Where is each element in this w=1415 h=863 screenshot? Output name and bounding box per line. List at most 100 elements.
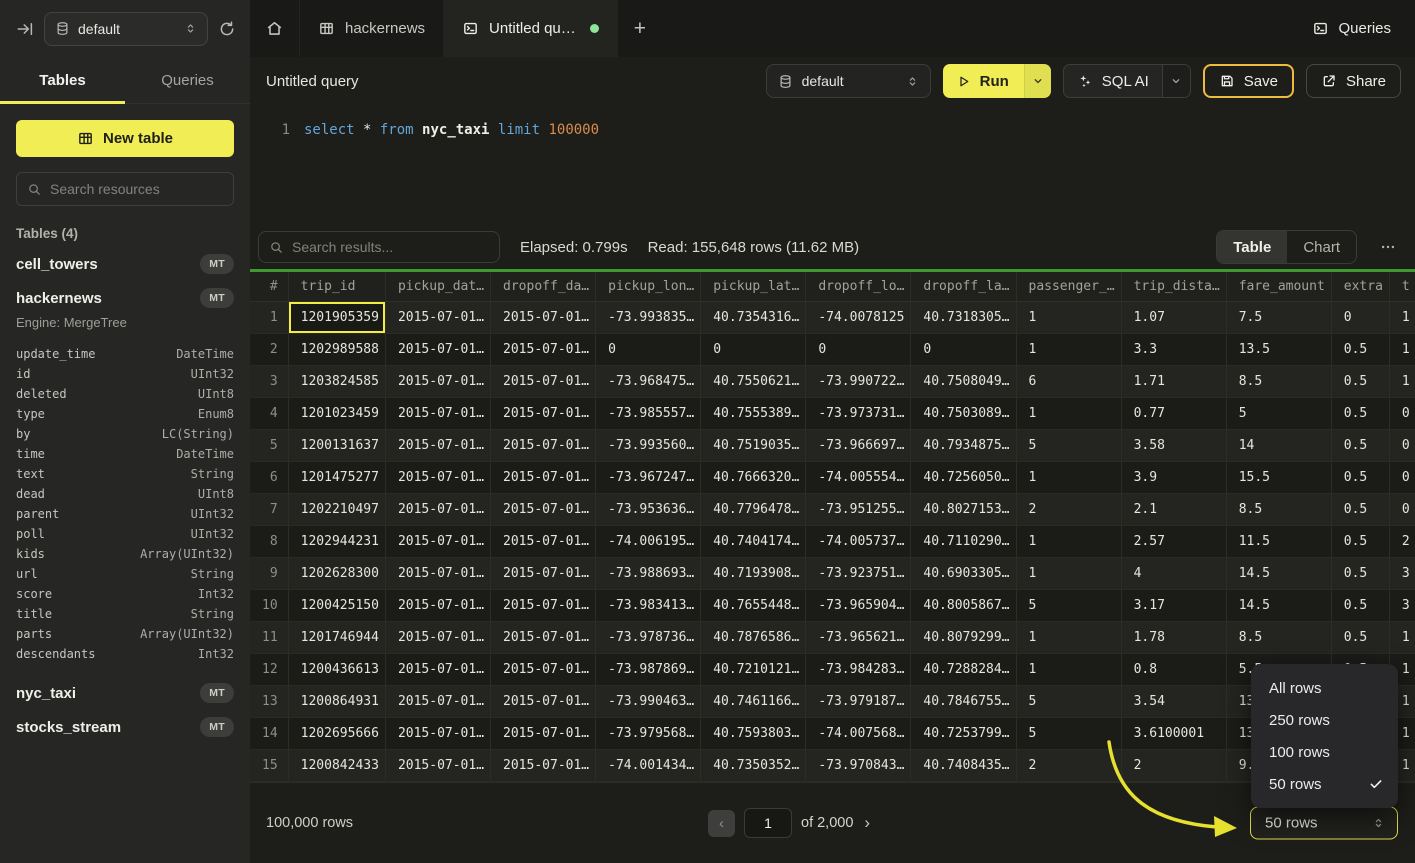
table-cell[interactable]: 5 bbox=[1017, 686, 1122, 718]
tab-home[interactable] bbox=[250, 0, 300, 57]
previous-page-button[interactable]: ‹ bbox=[708, 810, 735, 837]
table-cell[interactable]: 6 bbox=[1017, 366, 1122, 398]
table-cell[interactable]: 0 bbox=[911, 334, 1016, 366]
table-cell[interactable]: 2015-07-01… bbox=[386, 750, 491, 782]
table-cell[interactable]: 2015-07-01… bbox=[491, 366, 596, 398]
table-cell[interactable]: 0.5 bbox=[1332, 558, 1390, 590]
table-cell[interactable]: 40.7550621… bbox=[701, 366, 806, 398]
table-cell[interactable]: 15.5 bbox=[1227, 462, 1332, 494]
table-cell[interactable]: 2015-07-01… bbox=[491, 622, 596, 654]
table-cell[interactable]: 8.5 bbox=[1227, 494, 1332, 526]
table-cell[interactable]: 0 bbox=[1332, 302, 1390, 334]
sql-editor[interactable]: 1 select * from nyc_taxi limit 100000 bbox=[250, 105, 1415, 225]
table-cell[interactable]: 40.7593803… bbox=[701, 718, 806, 750]
results-more-button[interactable] bbox=[1377, 238, 1399, 256]
table-cell[interactable]: 40.7408435… bbox=[911, 750, 1016, 782]
table-cell[interactable]: 1.78 bbox=[1122, 622, 1227, 654]
tab-untitled-query[interactable]: Untitled qu… bbox=[444, 0, 618, 57]
column-header[interactable]: trip_dista… bbox=[1122, 272, 1227, 302]
column-header[interactable]: dropoff_lo… bbox=[806, 272, 911, 302]
column-header[interactable]: extra bbox=[1332, 272, 1390, 302]
table-cell[interactable]: 2015-07-01… bbox=[491, 462, 596, 494]
table-cell[interactable]: 2.57 bbox=[1122, 526, 1227, 558]
table-cell[interactable]: 2015-07-01… bbox=[491, 686, 596, 718]
table-cell[interactable]: -73.979568… bbox=[596, 718, 701, 750]
page-size-option[interactable]: 100 rows bbox=[1251, 736, 1398, 768]
table-cell[interactable]: 14.5 bbox=[1227, 558, 1332, 590]
table-cell[interactable]: 0.77 bbox=[1122, 398, 1227, 430]
table-cell[interactable]: 40.7876586… bbox=[701, 622, 806, 654]
table-cell[interactable]: 1200425150 bbox=[289, 590, 386, 622]
table-cell[interactable]: 40.7288284… bbox=[911, 654, 1016, 686]
table-cell[interactable]: 5 bbox=[1017, 590, 1122, 622]
tab-hackernews[interactable]: hackernews bbox=[300, 0, 444, 57]
table-cell[interactable]: -73.978736… bbox=[596, 622, 701, 654]
run-button[interactable]: Run bbox=[943, 64, 1024, 98]
table-cell[interactable]: 1 bbox=[1017, 622, 1122, 654]
table-cell[interactable]: 3.9 bbox=[1122, 462, 1227, 494]
table-cell[interactable]: -73.923751… bbox=[806, 558, 911, 590]
table-cell[interactable]: 14.5 bbox=[1227, 590, 1332, 622]
sidebar-search[interactable] bbox=[16, 172, 234, 206]
table-cell[interactable]: -73.970843… bbox=[806, 750, 911, 782]
table-cell[interactable]: 40.7210121… bbox=[701, 654, 806, 686]
table-cell[interactable]: 2015-07-01… bbox=[491, 398, 596, 430]
table-cell[interactable]: 1.71 bbox=[1122, 366, 1227, 398]
table-cell[interactable]: -73.965621… bbox=[806, 622, 911, 654]
table-cell[interactable]: 1 bbox=[1017, 462, 1122, 494]
table-cell[interactable]: 2015-07-01… bbox=[491, 494, 596, 526]
results-search[interactable] bbox=[258, 231, 500, 263]
table-cell[interactable]: -73.985557… bbox=[596, 398, 701, 430]
table-cell[interactable]: 2015-07-01… bbox=[386, 462, 491, 494]
table-cell[interactable]: 2015-07-01… bbox=[386, 590, 491, 622]
table-cell[interactable]: 40.7193908… bbox=[701, 558, 806, 590]
table-cell[interactable]: 40.7253799… bbox=[911, 718, 1016, 750]
view-toggle-chart[interactable]: Chart bbox=[1287, 231, 1356, 263]
table-cell[interactable]: 0.5 bbox=[1332, 590, 1390, 622]
sidebar-tab-tables[interactable]: Tables bbox=[0, 57, 125, 103]
table-cell[interactable]: -73.993835… bbox=[596, 302, 701, 334]
table-cell[interactable]: -73.973731… bbox=[806, 398, 911, 430]
table-cell[interactable]: 0 bbox=[806, 334, 911, 366]
table-cell[interactable]: 2 bbox=[1122, 750, 1227, 782]
new-table-button[interactable]: New table bbox=[16, 120, 234, 157]
sidebar-item-stocks-stream[interactable]: stocks_stream MT bbox=[16, 710, 234, 744]
table-cell[interactable]: 3.54 bbox=[1122, 686, 1227, 718]
refresh-icon[interactable] bbox=[218, 20, 236, 38]
table-cell[interactable]: 2015-07-01… bbox=[491, 718, 596, 750]
table-cell[interactable]: 8.5 bbox=[1227, 622, 1332, 654]
results-search-input[interactable] bbox=[292, 239, 489, 255]
table-cell[interactable]: -73.983413… bbox=[596, 590, 701, 622]
table-cell[interactable]: 0 bbox=[1390, 430, 1415, 462]
table-cell[interactable]: -73.967247… bbox=[596, 462, 701, 494]
page-size-option[interactable]: 50 rows bbox=[1251, 768, 1398, 800]
table-cell[interactable]: 13.5 bbox=[1227, 334, 1332, 366]
sql-ai-options-button[interactable] bbox=[1162, 65, 1190, 97]
table-cell[interactable]: 1202695666 bbox=[289, 718, 386, 750]
table-cell[interactable]: 8.5 bbox=[1227, 366, 1332, 398]
table-cell[interactable]: 2015-07-01… bbox=[491, 654, 596, 686]
table-cell[interactable]: 2015-07-01… bbox=[491, 526, 596, 558]
table-cell[interactable]: 11.5 bbox=[1227, 526, 1332, 558]
table-cell[interactable]: -73.966697… bbox=[806, 430, 911, 462]
table-cell[interactable]: 40.7461166… bbox=[701, 686, 806, 718]
table-cell[interactable]: -74.005737… bbox=[806, 526, 911, 558]
table-cell[interactable]: -73.984283… bbox=[806, 654, 911, 686]
table-cell[interactable]: 1201475277 bbox=[289, 462, 386, 494]
table-cell[interactable]: 1 bbox=[1017, 302, 1122, 334]
new-tab-button[interactable]: + bbox=[618, 0, 662, 57]
table-cell[interactable]: 2015-07-01… bbox=[491, 750, 596, 782]
table-cell[interactable]: 2015-07-01… bbox=[386, 398, 491, 430]
table-cell[interactable]: 1.07 bbox=[1122, 302, 1227, 334]
sidebar-item-hackernews[interactable]: hackernews MT bbox=[16, 281, 234, 315]
table-cell[interactable]: 2015-07-01… bbox=[386, 302, 491, 334]
table-cell[interactable]: 1201905359 bbox=[289, 302, 386, 334]
table-cell[interactable]: 40.7796478… bbox=[701, 494, 806, 526]
table-cell[interactable]: 1201023459 bbox=[289, 398, 386, 430]
table-cell[interactable]: 2015-07-01… bbox=[491, 430, 596, 462]
page-size-option[interactable]: All rows bbox=[1251, 672, 1398, 704]
table-cell[interactable]: 40.8027153… bbox=[911, 494, 1016, 526]
table-cell[interactable]: 2015-07-01… bbox=[491, 558, 596, 590]
table-cell[interactable]: 2015-07-01… bbox=[386, 494, 491, 526]
table-cell[interactable]: 2015-07-01… bbox=[386, 622, 491, 654]
